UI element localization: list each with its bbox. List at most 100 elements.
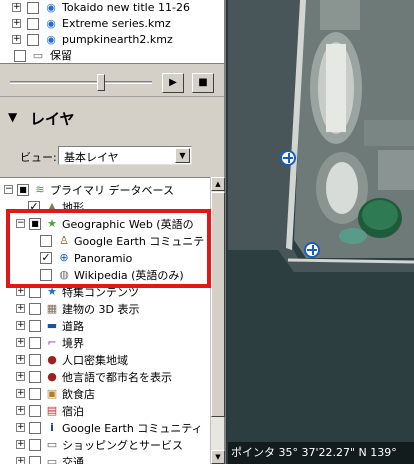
layer-checkbox[interactable] [29,388,41,400]
expand-icon[interactable]: + [16,440,25,449]
layer-item-label: 飲食店 [62,388,95,401]
expand-icon[interactable]: + [12,3,21,12]
places-checkbox[interactable] [27,34,39,46]
expand-icon[interactable]: + [16,321,25,330]
dot-icon: ● [47,353,57,366]
border-icon: ⌐ [47,336,57,349]
layers-scrollbar[interactable]: ▲ ▼ [210,177,225,464]
layer-checkbox[interactable]: ■ [17,184,29,196]
places-checkbox[interactable] [27,18,39,30]
layers-title: レイヤ [30,110,75,128]
layer-item-ge-community-2[interactable]: + i Google Earth コミュニティ [0,420,210,437]
building-icon: ▦ [46,302,58,315]
globe-icon: ◉ [46,1,56,14]
expand-icon[interactable]: + [16,304,25,313]
places-list: + ◉ Tokaido new title 11-26 + ◉ Extreme … [0,0,224,64]
collapse-icon[interactable]: − [4,185,13,194]
places-item-tokaido[interactable]: + ◉ Tokaido new title 11-26 [0,0,224,16]
lodging-icon: ▤ [46,404,58,417]
layer-checkbox[interactable] [29,337,41,349]
play-button[interactable]: ▶ [162,73,184,93]
layer-checkbox[interactable] [29,456,41,464]
view-select[interactable]: 基本レイヤ ▼ [58,146,192,165]
layer-item-shopping[interactable]: + ▭ ショッピングとサービス [0,437,210,454]
layer-item-city-names[interactable]: + ● 他言語で都市名を表示 [0,369,210,386]
view-selector-row: ビュー: 基本レイヤ ▼ [0,143,224,167]
expand-icon[interactable]: + [16,287,25,296]
layer-checkbox[interactable] [29,439,41,451]
layer-item-label: Geographic Web (英語の [62,218,194,231]
tour-slider-track[interactable] [10,81,152,84]
layer-item-3d-buildings[interactable]: + ▦ 建物の 3D 表示 [0,301,210,318]
layer-item-label: 人口密集地域 [62,354,128,367]
map-view[interactable]: ポインタ 35° 37'22.27" N 139° [228,0,414,464]
expand-icon[interactable]: + [16,372,25,381]
layers-header[interactable]: ▼ レイヤ [0,101,224,135]
panoramio-marker-icon[interactable] [304,242,320,258]
expand-icon[interactable]: + [12,35,21,44]
layer-checkbox[interactable]: ■ [29,218,41,230]
layer-item-roads[interactable]: + ▬ 道路 [0,318,210,335]
stop-button[interactable]: ■ [192,73,214,93]
restaurant-icon: ▣ [46,387,58,400]
collapse-triangle-icon[interactable]: ▼ [8,110,17,124]
shopping-icon: ▭ [46,438,58,451]
collapse-icon[interactable]: − [16,219,25,228]
places-checkbox[interactable] [27,2,39,14]
expand-icon[interactable]: + [16,355,25,364]
layer-item-label: 境界 [62,337,84,350]
layers-icon: ≋ [35,183,45,196]
scroll-up-arrow-icon[interactable]: ▲ [211,177,225,191]
layer-item-terrain[interactable]: ✓ ▲ 地形 [0,199,210,216]
places-item-hold[interactable]: ▭ 保留 [0,48,224,63]
layer-checkbox[interactable] [29,371,41,383]
layer-item-geographic-web[interactable]: − ■ ★ Geographic Web (英語の [0,216,210,233]
expand-icon[interactable]: + [16,457,25,464]
places-item-pumpkin[interactable]: + ◉ pumpkinearth2.kmz [0,32,224,48]
layer-checkbox[interactable]: ✓ [28,201,40,213]
layer-checkbox[interactable] [29,405,41,417]
layer-item-transit[interactable]: + ▭ 交通 [0,454,210,464]
layer-checkbox[interactable]: ✓ [40,252,52,264]
layer-item-populated[interactable]: + ● 人口密集地域 [0,352,210,369]
expand-icon[interactable]: + [16,389,25,398]
tour-player: ▶ ■ [0,65,224,97]
layer-item-label: Google Earth コミュニテ [74,235,205,248]
layer-item-lodging[interactable]: + ▤ 宿泊 [0,403,210,420]
panoramio-marker-icon[interactable] [280,150,296,166]
satellite-imagery [228,0,414,464]
layer-item-primary-db[interactable]: − ■ ≋ プライマリ データベース [0,182,210,199]
layer-item-label: 交通 [62,456,84,464]
layer-checkbox[interactable] [29,320,41,332]
layer-item-restaurants[interactable]: + ▣ 飲食店 [0,386,210,403]
layer-item-label: Wikipedia (英語のみ) [74,269,184,282]
layer-item-wikipedia[interactable]: ◍ Wikipedia (英語のみ) [0,267,210,284]
layer-item-label: 他言語で都市名を表示 [62,371,172,384]
layer-checkbox[interactable] [29,354,41,366]
folder-icon: ▭ [32,49,44,62]
scrollbar-thumb[interactable] [211,192,225,417]
expand-icon[interactable]: + [16,423,25,432]
tour-slider-thumb[interactable] [97,74,105,91]
expand-icon[interactable]: + [16,406,25,415]
layer-checkbox[interactable] [29,422,41,434]
layer-item-panoramio[interactable]: ✓ ⊕ Panoramio [0,250,210,267]
layer-checkbox[interactable] [40,269,52,281]
places-item-extreme[interactable]: + ◉ Extreme series.kmz [0,16,224,32]
places-item-label: pumpkinearth2.kmz [62,33,173,46]
layer-item-featured[interactable]: + ★ 特集コンテンツ [0,284,210,301]
layer-item-label: Panoramio [74,252,133,265]
layer-checkbox[interactable] [29,303,41,315]
places-checkbox[interactable] [14,50,26,62]
scroll-down-arrow-icon[interactable]: ▼ [211,450,225,464]
expand-icon[interactable]: + [16,338,25,347]
dropdown-arrow-icon[interactable]: ▼ [175,148,190,163]
layer-item-label: 特集コンテンツ [62,286,139,299]
status-bar: ポインタ 35° 37'22.27" N 139° [228,442,414,464]
sidebar-panel: + ◉ Tokaido new title 11-26 + ◉ Extreme … [0,0,226,464]
layer-item-ge-community[interactable]: ♙ Google Earth コミュニテ [0,233,210,250]
layer-checkbox[interactable] [40,235,52,247]
expand-icon[interactable]: + [12,19,21,28]
layer-checkbox[interactable] [29,286,41,298]
layer-item-borders[interactable]: + ⌐ 境界 [0,335,210,352]
